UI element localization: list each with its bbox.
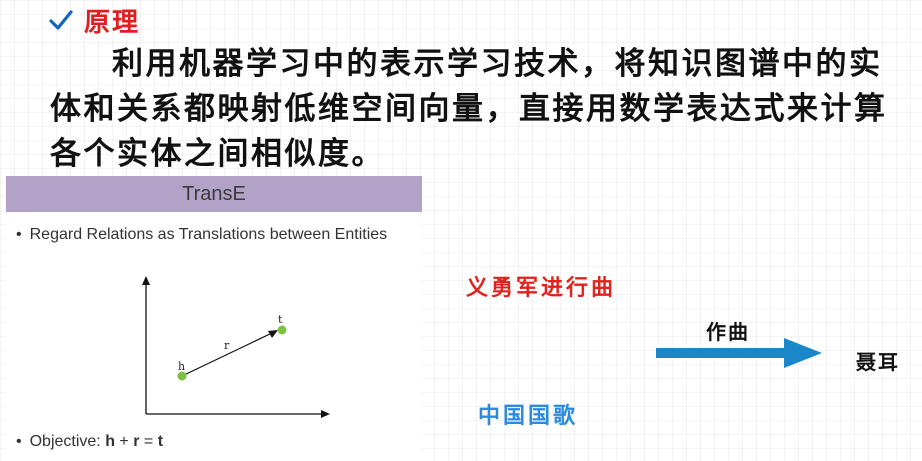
objective-prefix: Objective: [29, 433, 106, 450]
head-label: h [178, 360, 185, 373]
heading-title: 原理 [84, 7, 141, 38]
relation-label: r [224, 339, 230, 352]
transe-title: TransE [182, 182, 246, 205]
transe-title-bar: TransE [6, 176, 422, 212]
heading: 原理 [48, 2, 140, 38]
anthem-entity: 中国国歌 [478, 403, 579, 429]
principle-paragraph: 利用机器学习中的表示学习技术，将知识图谱中的实体和关系都映射低维空间向量，直接用… [50, 46, 888, 172]
tail-entity-point [277, 325, 287, 335]
transe-bullet-relations: • Regard Relations as Translations betwee… [16, 224, 416, 245]
translation-diagram: h r t [142, 276, 330, 418]
relation-arrow-icon [656, 338, 822, 368]
tail-label: t [278, 313, 283, 326]
person-entity: 聂耳 [856, 350, 900, 374]
x-axis-arrowhead [321, 410, 330, 418]
objective-eq: = [139, 433, 158, 450]
bullet-dot: • [16, 226, 22, 243]
transe-bullet-objective: • Objective: h + r = t [16, 431, 163, 452]
y-axis-arrowhead [142, 276, 150, 285]
bullet-dot: • [16, 433, 22, 450]
bullet-text: Regard Relations as Translations between… [29, 226, 388, 243]
transe-panel: TransE • Regard Relations as Translations… [6, 176, 422, 461]
song-entity: 义勇军进行曲 [466, 275, 617, 301]
example-panel: 义勇军进行曲 作曲 聂耳 中国国歌 [428, 176, 922, 461]
objective-plus: + [114, 433, 134, 450]
objective-t: t [157, 433, 164, 450]
checkmark-icon [49, 10, 73, 30]
objective-h: h [105, 433, 115, 450]
